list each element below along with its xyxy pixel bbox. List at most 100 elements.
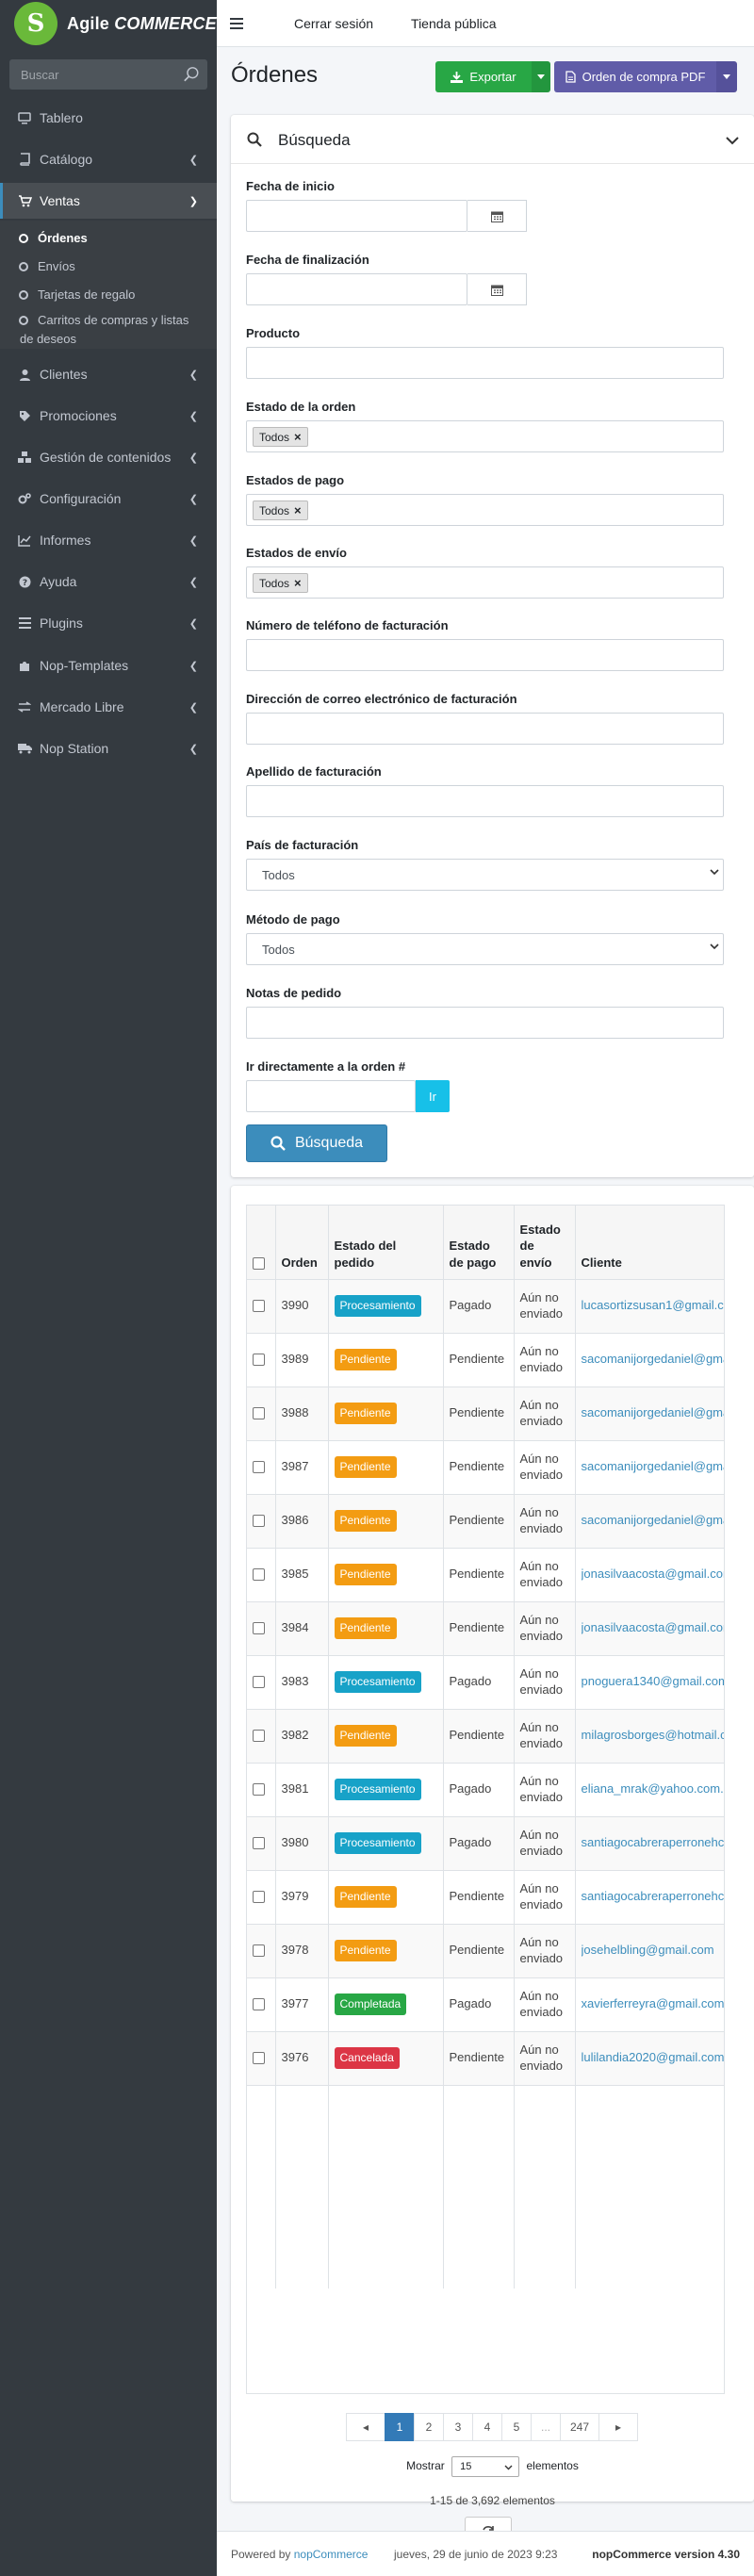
row-checkbox[interactable] [253, 1354, 265, 1367]
customer-email-link[interactable]: sacomanijorgedaniel@gmail.com [582, 1459, 725, 1475]
row-checkbox[interactable] [253, 1837, 265, 1850]
column-header-order[interactable]: Orden [275, 1206, 329, 1280]
billing-phone-input[interactable] [246, 639, 724, 671]
row-checkbox[interactable] [253, 1676, 265, 1689]
billing-country-select[interactable]: Todos [246, 859, 724, 891]
sidebar-item-tablero[interactable]: Tablero [0, 100, 217, 136]
sidebar-item-clientes[interactable]: Clientes ❮ [0, 356, 217, 392]
row-checkbox[interactable] [253, 1300, 265, 1313]
menu-toggle-icon[interactable] [230, 18, 243, 29]
table-row[interactable]: 3987 Pendiente Pendiente Aún no enviado sacom… [247, 1440, 725, 1495]
table-row[interactable]: 3982 Pendiente Pendiente Aún no enviado milag… [247, 1709, 725, 1764]
sidebar-item-informes[interactable]: Informes ❮ [0, 522, 217, 558]
row-checkbox[interactable] [253, 1944, 265, 1958]
goto-order-button[interactable]: Ir [416, 1080, 450, 1112]
customer-email-link[interactable]: jonasilvaacosta@gmail.com [582, 1620, 725, 1636]
product-input[interactable] [246, 347, 724, 379]
row-checkbox[interactable] [253, 1568, 265, 1582]
pdf-dropdown-toggle[interactable] [716, 61, 737, 92]
remove-tag-icon[interactable]: × [294, 503, 302, 517]
column-header-shipping-status[interactable]: Estado de envío [514, 1206, 576, 1280]
customer-email-link[interactable]: lucasortizsusan1@gmail.com [582, 1298, 725, 1314]
customer-email-link[interactable]: xavierferreyra@gmail.com [582, 1996, 725, 2012]
end-date-picker-button[interactable] [467, 273, 527, 305]
billing-email-input[interactable] [246, 713, 724, 745]
sidebar-item-configuracion[interactable]: Configuración ❮ [0, 481, 217, 517]
sidebar-item-ayuda[interactable]: ? Ayuda ❮ [0, 564, 217, 599]
row-checkbox[interactable] [253, 1998, 265, 2011]
sidebar-item-nop-templates[interactable]: Nop-Templates ❮ [0, 648, 217, 683]
pagination-page-5[interactable]: 5 [501, 2413, 532, 2441]
remove-tag-icon[interactable]: × [294, 430, 302, 444]
table-row[interactable]: 3977 Completada Pagado Aún no enviado xavierf… [247, 1977, 725, 2032]
row-checkbox[interactable] [253, 1407, 265, 1420]
order-status-tag[interactable]: Todos × [253, 427, 308, 447]
payment-method-select[interactable]: Todos [246, 933, 724, 965]
search-panel-header[interactable]: Búsqueda [231, 115, 754, 164]
table-row[interactable]: 3984 Pendiente Pendiente Aún no enviado jonas… [247, 1601, 725, 1656]
table-row[interactable]: 3986 Pendiente Pendiente Aún no enviado sacom… [247, 1494, 724, 1549]
table-row[interactable]: 3989 Pendiente Pendiente Aún no enviado sacom… [247, 1333, 725, 1387]
shipping-status-multiselect[interactable]: Todos × [246, 566, 724, 599]
row-checkbox[interactable] [253, 1891, 265, 1904]
logout-link[interactable]: Cerrar sesión [294, 16, 373, 31]
row-checkbox[interactable] [253, 1622, 265, 1635]
select-all-checkbox[interactable] [253, 1257, 265, 1271]
export-button[interactable]: Exportar [435, 61, 532, 92]
customer-email-link[interactable]: santiagocabreraperronehc [582, 1889, 725, 1905]
pdf-purchase-order-button[interactable]: Orden de compra PDF [554, 61, 716, 92]
pagination-page-3[interactable]: 3 [443, 2413, 473, 2441]
order-notes-input[interactable] [246, 1007, 724, 1039]
chevron-down-icon[interactable] [726, 137, 739, 145]
table-row[interactable]: 3980 Procesamiento Pagado Aún no enviado sant… [247, 1816, 725, 1871]
billing-lastname-input[interactable] [246, 785, 724, 817]
sidebar-search-input[interactable] [9, 59, 179, 90]
row-checkbox[interactable] [253, 1515, 265, 1528]
sidebar-item-promociones[interactable]: Promociones ❮ [0, 398, 217, 434]
nopcommerce-link[interactable]: nopCommerce [294, 2548, 369, 2561]
start-date-input[interactable] [246, 200, 467, 232]
table-row[interactable]: 3981 Procesamiento Pagado Aún no enviado elia… [247, 1763, 725, 1817]
sidebar-subitem-tarjetas[interactable]: Tarjetas de regalo [0, 283, 217, 307]
sidebar-item-catalogo[interactable]: Catálogo ❮ [0, 141, 217, 177]
row-checkbox[interactable] [253, 1461, 265, 1474]
table-row[interactable]: 3978 Pendiente Pendiente Aún no enviado joseh… [247, 1924, 725, 1978]
sidebar-item-ventas[interactable]: Ventas ❯ [0, 183, 217, 219]
customer-email-link[interactable]: josehelbling@gmail.com [582, 1943, 725, 1959]
sidebar-subitem-envios[interactable]: Envíos [0, 254, 217, 279]
end-date-input[interactable] [246, 273, 467, 305]
search-icon[interactable] [183, 66, 200, 83]
pagination-page-last[interactable]: 247 [560, 2413, 599, 2441]
brand[interactable]: S Agile COMMERCE [0, 0, 217, 47]
payment-status-tag[interactable]: Todos × [253, 500, 308, 520]
pagination-prev-button[interactable]: ◂ [346, 2413, 385, 2441]
row-checkbox[interactable] [253, 2052, 265, 2065]
customer-email-link[interactable]: sacomanijorgedaniel@gmail.com [582, 1405, 725, 1421]
customer-email-link[interactable]: eliana_mrak@yahoo.com.ar [582, 1781, 725, 1797]
pagination-next-button[interactable]: ▸ [598, 2413, 638, 2441]
sidebar-subitem-ordenes[interactable]: Órdenes [0, 226, 217, 251]
customer-email-link[interactable]: sacomanijorgedaniel@gmail.com [582, 1352, 725, 1368]
table-row[interactable]: 3979 Pendiente Pendiente Aún no enviado santi… [247, 1870, 725, 1925]
customer-email-link[interactable]: pnoguera1340@gmail.com [582, 1674, 725, 1690]
sidebar-item-nop-station[interactable]: Nop Station ❮ [0, 730, 217, 766]
customer-email-link[interactable]: jonasilvaacosta@gmail.com [582, 1567, 725, 1583]
sidebar-subitem-carritos[interactable]: Carritos de compras y listas de deseos [0, 311, 217, 349]
goto-order-input[interactable] [246, 1080, 416, 1112]
column-header-payment-status[interactable]: Estado de pago [443, 1206, 515, 1280]
search-button[interactable]: Búsqueda [246, 1124, 387, 1162]
table-row[interactable]: 3985 Pendiente Pendiente Aún no enviado jonas… [247, 1548, 725, 1602]
sidebar-item-plugins[interactable]: Plugins ❮ [0, 605, 217, 641]
customer-email-link[interactable]: lulilandia2020@gmail.com [582, 2050, 725, 2066]
column-header-order-status[interactable]: Estado del pedido [328, 1206, 444, 1280]
table-row[interactable]: 3976 Cancelada Pendiente Aún no enviado lulil… [247, 2031, 725, 2086]
start-date-picker-button[interactable] [467, 200, 527, 232]
pagination-page-4[interactable]: 4 [472, 2413, 502, 2441]
customer-email-link[interactable]: milagrosborges@hotmail.com [582, 1728, 725, 1744]
customer-email-link[interactable]: santiagocabreraperronehc [582, 1835, 725, 1851]
public-store-link[interactable]: Tienda pública [411, 16, 497, 31]
payment-status-multiselect[interactable]: Todos × [246, 494, 724, 526]
table-row[interactable]: 3990 Procesamiento Pagado Aún no enviado luca… [247, 1279, 725, 1334]
order-status-multiselect[interactable]: Todos × [246, 420, 724, 452]
remove-tag-icon[interactable]: × [294, 576, 302, 590]
